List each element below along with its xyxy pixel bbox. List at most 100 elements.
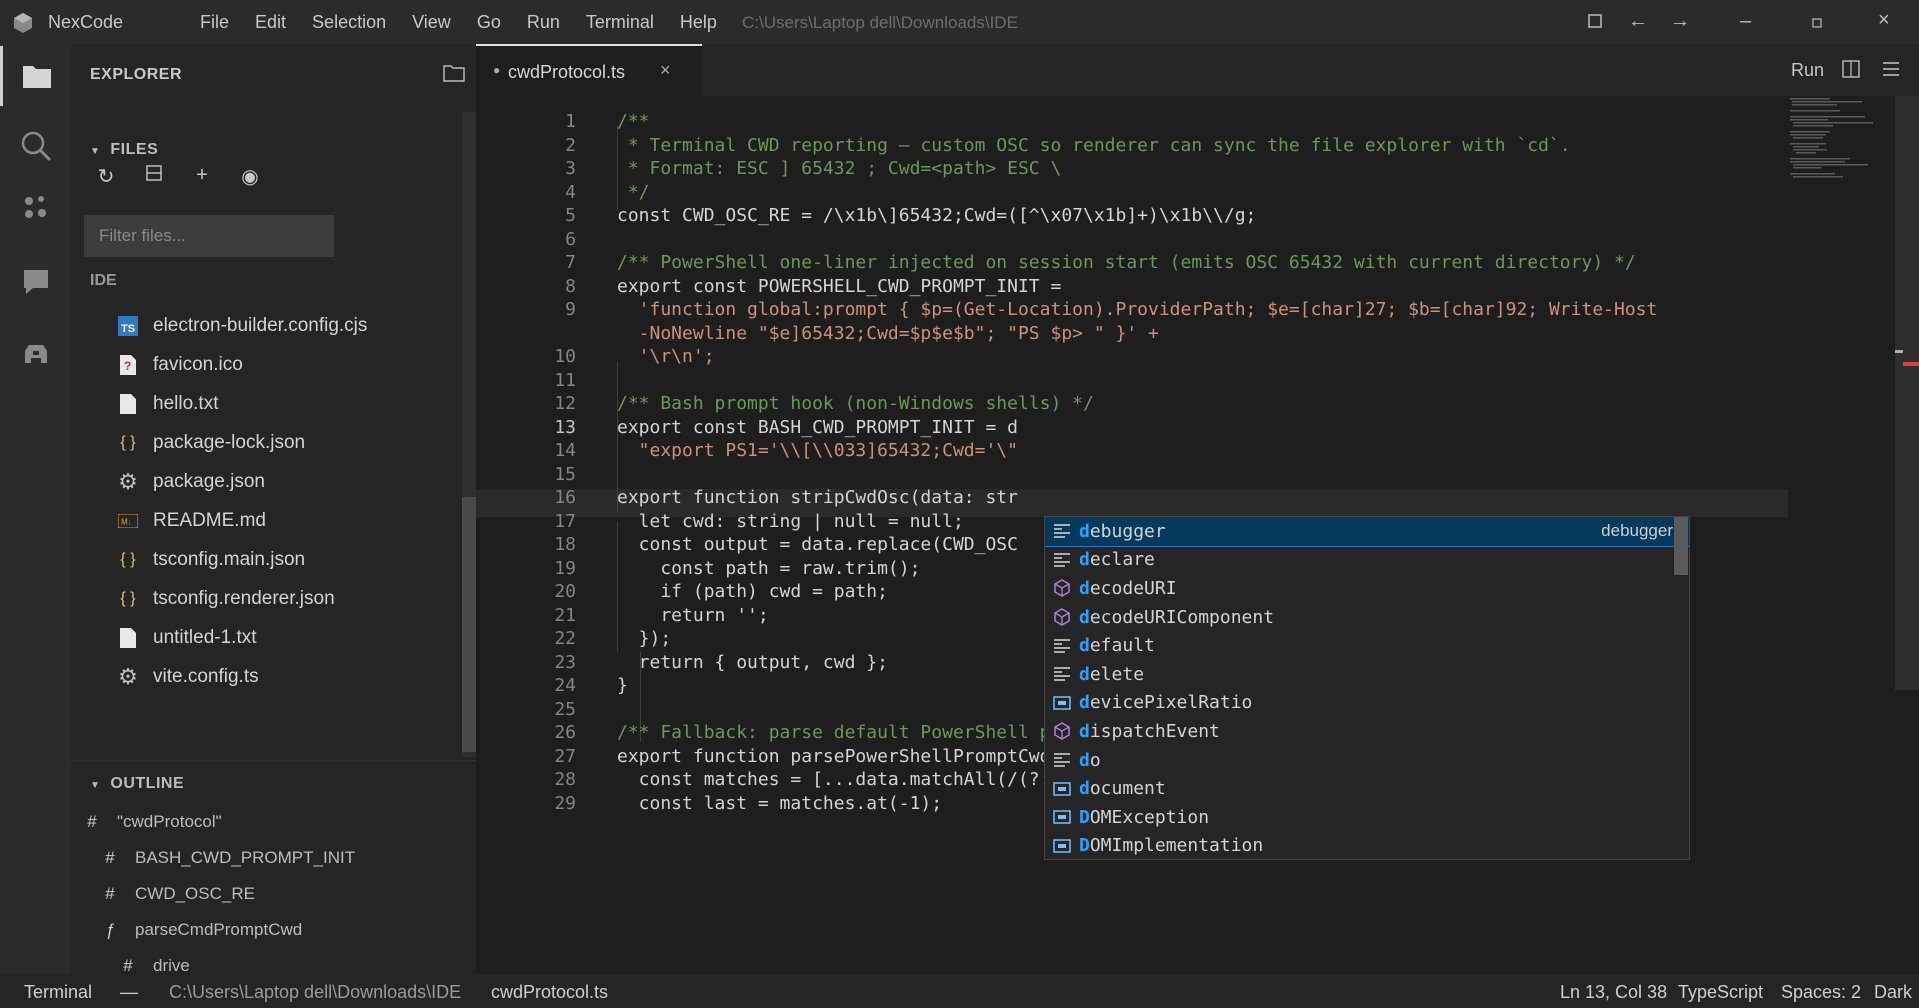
file-name: vite.config.ts xyxy=(153,665,259,687)
suggestion-label: ecodeURI xyxy=(1089,577,1177,599)
hash-icon: # xyxy=(105,884,115,903)
autocomplete-widget: d ebugger debugger d eclare d ecodeURI d ecodeUR… xyxy=(1044,516,1690,860)
suggestion-item[interactable]: D OMException xyxy=(1045,803,1689,832)
variable-icon xyxy=(1051,835,1073,857)
hash-icon: # xyxy=(123,956,133,974)
file-item[interactable]: ⚙ package.json xyxy=(71,462,461,501)
line-text: const last = matches.at(-1); xyxy=(617,792,943,814)
suggestion-item[interactable]: d eclare xyxy=(1045,546,1689,575)
file-item[interactable]: { } package-lock.json xyxy=(71,423,461,462)
suggestion-item[interactable]: d ebugger debugger xyxy=(1045,517,1689,547)
cursor-position[interactable]: Ln 13, Col 38 xyxy=(1560,982,1667,1003)
status-file: cwdProtocol.ts xyxy=(491,982,609,1002)
tab-close-icon[interactable]: × xyxy=(660,60,671,81)
scrollbar-thumb[interactable] xyxy=(462,497,476,752)
close-icon[interactable]: × xyxy=(1878,9,1890,32)
search-icon xyxy=(21,131,51,162)
terminal-toggle[interactable]: Terminal xyxy=(24,982,92,1003)
outline-item[interactable]: # drive xyxy=(71,948,476,974)
file-item[interactable]: ? favicon.ico xyxy=(71,345,461,384)
suggestion-item[interactable]: d efault xyxy=(1045,631,1689,660)
keyword-icon xyxy=(1051,663,1073,685)
json-file-icon: { } xyxy=(120,589,136,607)
maximize-icon[interactable] xyxy=(1812,18,1822,28)
panel-toggle-icon[interactable] xyxy=(1882,60,1900,78)
refresh-icon[interactable]: ↻ xyxy=(96,164,116,189)
suggestion-item[interactable]: d elete xyxy=(1045,660,1689,689)
suggestion-label: evicePixelRatio xyxy=(1089,692,1253,714)
menu-help[interactable]: Help xyxy=(680,12,717,33)
file-item[interactable]: TS electron-builder.config.cjs xyxy=(71,306,461,345)
file-item[interactable]: untitled-1.txt xyxy=(71,618,461,657)
minimize-icon[interactable]: – xyxy=(1740,10,1751,33)
suggestion-item[interactable]: d ecodeURIComponent xyxy=(1045,603,1689,632)
suggestion-item[interactable]: d ecodeURI xyxy=(1045,574,1689,603)
workspace-path: C:\Users\Laptop dell\Downloads\IDE xyxy=(742,13,1018,32)
file-item[interactable]: { } tsconfig.main.json xyxy=(71,540,461,579)
suggestion-item[interactable]: d ispatchEvent xyxy=(1045,717,1689,746)
menu-go[interactable]: Go xyxy=(477,12,501,33)
variable-icon xyxy=(1051,692,1073,714)
gear-file-icon: ⚙ xyxy=(118,663,138,689)
outline-tree: # "cwdProtocol" # BASH_CWD_PROMPT_INIT #… xyxy=(71,804,476,974)
menu-terminal[interactable]: Terminal xyxy=(586,12,654,33)
file-item[interactable]: hello.txt xyxy=(71,384,461,423)
suggestion-label: elete xyxy=(1089,663,1145,685)
tab-cwdprotocol[interactable]: ● cwdProtocol.ts × xyxy=(476,44,702,96)
outline-label: drive xyxy=(153,956,190,974)
editor-scrollbar[interactable] xyxy=(1895,96,1919,690)
collapse-all-icon[interactable] xyxy=(144,164,164,189)
new-folder-icon[interactable] xyxy=(443,64,465,82)
extensions-activity[interactable] xyxy=(0,178,71,238)
suggestion-match: d xyxy=(1079,635,1090,657)
language-mode[interactable]: TypeScript xyxy=(1678,982,1763,1003)
indentation[interactable]: Spaces: 2 xyxy=(1781,982,1861,1003)
debug-activity[interactable] xyxy=(0,324,71,384)
suggestion-item[interactable]: d ocument xyxy=(1045,774,1689,803)
record-icon[interactable]: ◉ xyxy=(240,164,260,189)
file-name: electron-builder.config.cjs xyxy=(153,314,368,336)
menu-run[interactable]: Run xyxy=(527,12,560,33)
split-editor-icon[interactable] xyxy=(1842,60,1860,78)
outline-item[interactable]: # "cwdProtocol" xyxy=(71,804,476,840)
suggest-scrollbar-thumb[interactable] xyxy=(1674,517,1688,575)
suggestion-match: d xyxy=(1079,692,1090,714)
suggestion-item[interactable]: do xyxy=(1045,746,1689,775)
menu-edit[interactable]: Edit xyxy=(255,12,286,33)
suggestion-item[interactable]: d evicePixelRatio xyxy=(1045,689,1689,718)
run-button[interactable]: Run xyxy=(1791,60,1824,81)
menu-selection[interactable]: Selection xyxy=(312,12,386,33)
files-section-header[interactable]: ▼ FILES xyxy=(90,141,158,159)
svg-text:TS: TS xyxy=(121,323,135,335)
outline-item[interactable]: # BASH_CWD_PROMPT_INIT xyxy=(71,840,476,876)
status-bar: Terminal — C:\Users\Laptop dell\Download… xyxy=(0,974,1919,1008)
layout-icon[interactable] xyxy=(1588,14,1602,28)
gear-file-icon: ⚙ xyxy=(118,468,138,494)
menu-view[interactable]: View xyxy=(412,12,451,33)
minimap[interactable] xyxy=(1790,96,1890,196)
suggestion-label: OMImplementation xyxy=(1089,835,1264,857)
explorer-activity[interactable] xyxy=(0,46,71,106)
file-name: package-lock.json xyxy=(153,431,306,453)
method-icon xyxy=(1051,720,1073,742)
file-item[interactable]: ⚙ vite.config.ts xyxy=(71,657,461,696)
svg-text:?: ? xyxy=(124,359,131,373)
theme-toggle[interactable]: Dark xyxy=(1874,982,1912,1003)
search-activity[interactable] xyxy=(0,116,71,176)
outline-section-header[interactable]: ▼ OUTLINE xyxy=(90,775,184,793)
outline-item[interactable]: # CWD_OSC_RE xyxy=(71,876,476,912)
new-file-icon[interactable]: + xyxy=(192,164,212,189)
menu-file[interactable]: File xyxy=(200,12,229,33)
sidebar-scrollbar[interactable] xyxy=(462,112,476,757)
file-item[interactable]: { } tsconfig.renderer.json xyxy=(71,579,461,618)
forward-arrow-icon[interactable]: → xyxy=(1670,10,1690,33)
file-item[interactable]: M↓ README.md xyxy=(71,501,461,540)
workspace-root-label: IDE xyxy=(90,272,117,289)
suggestion-item[interactable]: D OMImplementation xyxy=(1045,832,1689,859)
back-arrow-icon[interactable]: ← xyxy=(1628,10,1648,33)
keyword-icon xyxy=(1051,549,1073,571)
outline-item[interactable]: ƒ parseCmdPromptCwd xyxy=(71,912,476,948)
chat-activity[interactable] xyxy=(0,252,71,312)
filter-files-input[interactable] xyxy=(84,215,334,257)
cursor-marker xyxy=(1895,350,1903,353)
